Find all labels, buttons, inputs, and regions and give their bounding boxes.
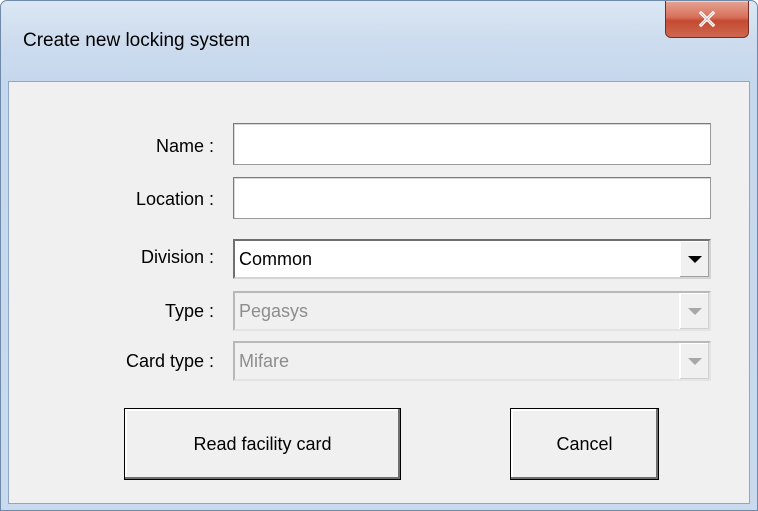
close-x-icon [666,3,748,35]
type-dropdown-button [679,293,709,329]
title-bar[interactable]: Create new locking system [1,1,757,81]
type-select: Pegasys [233,291,711,331]
division-dropdown-button[interactable] [679,241,709,277]
card-type-select: Mifare [233,341,711,381]
division-selected-value: Common [239,249,313,269]
close-button[interactable] [665,1,749,38]
chevron-down-icon [687,255,702,263]
name-input[interactable] [233,123,711,165]
location-input[interactable] [233,177,711,219]
card-type-dropdown-button [679,343,709,379]
dialog-window: Create new locking system Name : Locatio… [0,0,758,511]
window-title: Create new locking system [23,30,251,51]
location-label: Location : [135,189,214,209]
read-facility-card-button[interactable]: Read facility card [124,408,401,480]
type-selected-value: Pegasys [239,301,309,321]
division-label: Division : [140,247,214,267]
card-type-label: Card type : [125,351,214,371]
name-label: Name : [155,136,214,156]
dialog-body: Name : Location : Division : Common Type… [8,81,750,504]
chevron-down-icon [687,357,702,365]
cancel-button[interactable]: Cancel [510,408,659,480]
division-select[interactable]: Common [233,239,711,279]
card-type-selected-value: Mifare [239,351,290,371]
type-label: Type : [164,301,214,321]
chevron-down-icon [687,307,702,315]
